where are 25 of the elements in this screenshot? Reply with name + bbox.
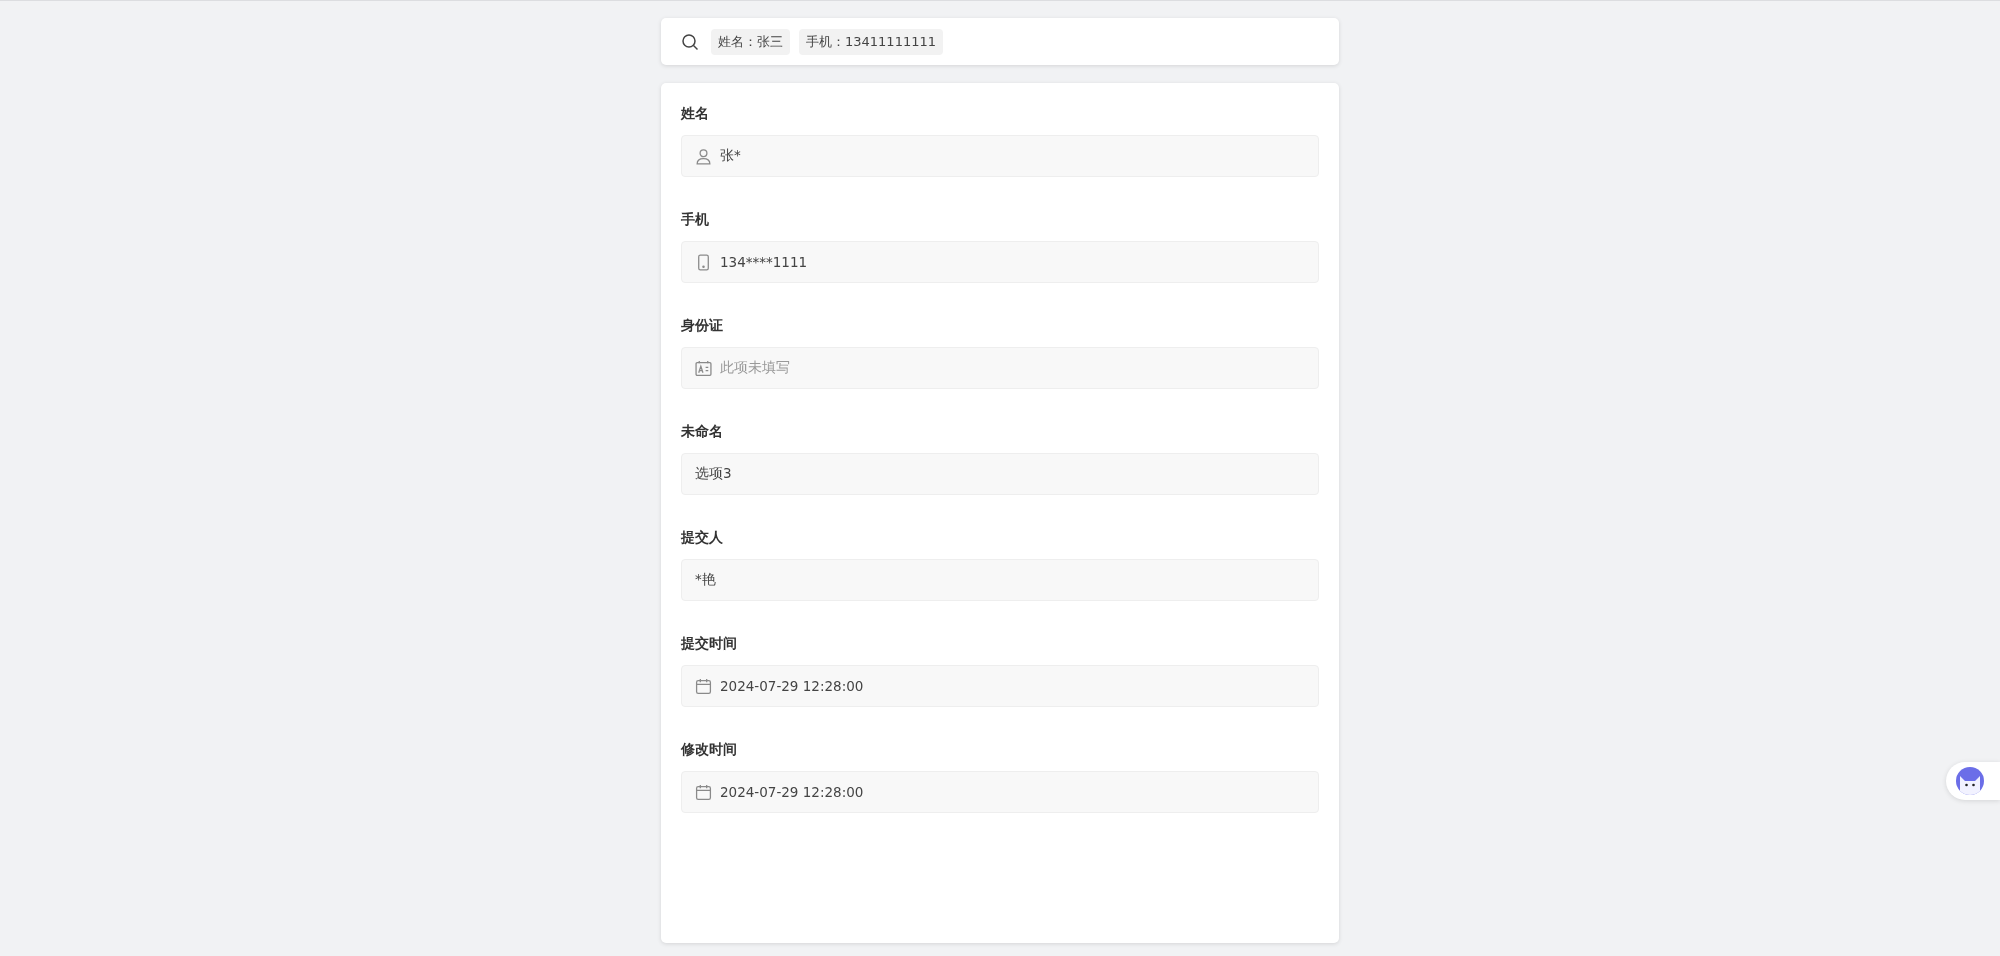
filter-tag[interactable]: 姓名：张三 <box>711 28 790 55</box>
value-text: 选项3 <box>695 465 732 483</box>
field-label: 提交人 <box>681 528 724 547</box>
search-bar[interactable]: 姓名：张三 手机：13411111111 <box>661 18 1339 65</box>
placeholder-text: 此项未填写 <box>720 359 790 377</box>
id-card-icon <box>695 359 712 377</box>
person-icon <box>695 147 712 165</box>
value-text: *艳 <box>695 571 716 589</box>
field-label: 提交时间 <box>681 634 738 653</box>
cat-logo-icon <box>1956 767 1984 795</box>
value-text: 2024-07-29 12:28:00 <box>720 678 864 694</box>
field-label: 身份证 <box>681 316 724 335</box>
assistant-button[interactable] <box>1946 762 2000 800</box>
calendar-icon <box>695 783 712 801</box>
phone-icon <box>695 253 712 271</box>
value-text: 134****1111 <box>720 254 808 270</box>
calendar-icon <box>695 677 712 695</box>
search-icon <box>681 32 699 51</box>
field-label: 未命名 <box>681 422 724 441</box>
value-text: 2024-07-29 12:28:00 <box>720 784 864 800</box>
field-label: 姓名 <box>681 104 710 123</box>
field-label: 手机 <box>681 210 710 229</box>
field-label: 修改时间 <box>681 740 738 759</box>
filter-tag[interactable]: 手机：13411111111 <box>799 28 943 55</box>
value-text: 张* <box>720 147 741 165</box>
